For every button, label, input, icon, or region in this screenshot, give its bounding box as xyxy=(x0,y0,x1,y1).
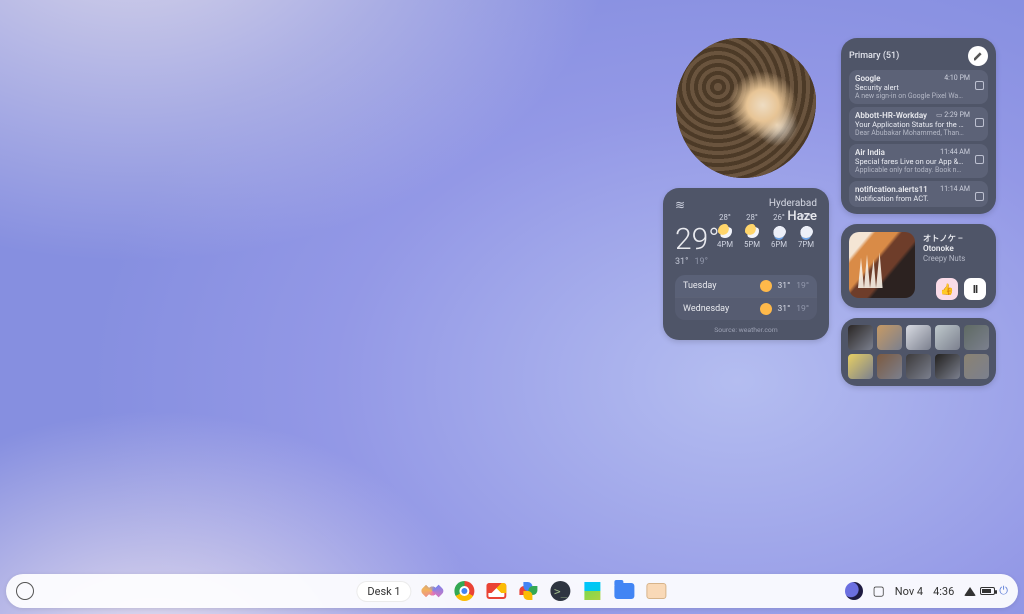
photos-grid-item[interactable] xyxy=(964,354,989,379)
music-widget[interactable]: オトノケ – Otonoke Creepy Nuts 👍 II xyxy=(841,224,996,308)
photos-grid-item[interactable] xyxy=(906,354,931,379)
wifi-icon xyxy=(964,587,976,596)
mail-subject: Special fares Live on our App & Websi... xyxy=(855,157,965,166)
music-artist: Creepy Nuts xyxy=(923,254,988,263)
weather-hilo: 31°19° xyxy=(675,257,817,267)
photos-grid-item[interactable] xyxy=(935,354,960,379)
mail-preview: Applicable only for today. Book now. 80.… xyxy=(855,166,965,174)
gmail-widget[interactable]: Primary (51) GoogleSecurity alertA new s… xyxy=(841,38,996,214)
desk-label[interactable]: Desk 1 xyxy=(356,581,411,602)
archive-icon[interactable] xyxy=(975,118,984,127)
ai-app-icon[interactable] xyxy=(422,580,444,602)
weather-widget[interactable]: ≋ Hyderabad Haze 29° 28°4PM28°5PM26°6PM2… xyxy=(663,188,829,340)
power-icon: ⏻ xyxy=(999,584,1008,598)
weather-hour-icon xyxy=(718,224,732,238)
taskbar: Desk 1 >_ ▢ Nov 4 4:36 ⏻ xyxy=(6,574,1018,608)
photos-grid-item[interactable] xyxy=(877,354,902,379)
taskbar-center: Desk 1 >_ xyxy=(356,580,667,602)
launcher-button[interactable] xyxy=(16,582,34,600)
mail-subject: Security alert xyxy=(855,83,965,92)
weather-source: Source: weather.com xyxy=(675,326,817,334)
weather-hour-icon xyxy=(745,224,759,238)
photos-grid-item[interactable] xyxy=(848,354,873,379)
archive-icon[interactable] xyxy=(975,192,984,201)
archive-icon[interactable] xyxy=(975,155,984,164)
misc-app-icon[interactable] xyxy=(646,580,668,602)
battery-icon xyxy=(980,587,995,595)
dnd-icon[interactable] xyxy=(845,582,863,600)
weather-day-icon xyxy=(760,303,772,315)
mail-subject: Your Application Status for the Position… xyxy=(855,120,965,129)
weather-day: Tuesday31°19° xyxy=(675,275,817,297)
weather-hour-icon xyxy=(799,224,813,238)
weather-hour: 28°5PM xyxy=(741,213,763,249)
taskbar-time: 4:36 xyxy=(933,585,954,598)
chrome-app-icon[interactable] xyxy=(454,580,476,602)
gmail-app-icon[interactable] xyxy=(486,580,508,602)
files-app-icon[interactable] xyxy=(614,580,636,602)
mail-subject: Notification from ACT. xyxy=(855,194,965,203)
mail-item[interactable]: Air IndiaSpecial fares Live on our App &… xyxy=(849,144,988,178)
mail-item[interactable]: GoogleSecurity alertA new sign-in on Goo… xyxy=(849,70,988,104)
weather-hour: 27°7PM xyxy=(795,213,817,249)
mail-item[interactable]: notification.alerts11Notification from A… xyxy=(849,181,988,207)
photos-grid-item[interactable] xyxy=(964,325,989,350)
taskbar-date: Nov 4 xyxy=(895,585,923,598)
haze-icon: ≋ xyxy=(675,198,685,212)
mail-time: 4:10 PM xyxy=(944,74,970,82)
archive-icon[interactable] xyxy=(975,81,984,90)
weather-day: Wednesday31°19° xyxy=(675,297,817,320)
photos-grid-item[interactable] xyxy=(877,325,902,350)
music-title: オトノケ – Otonoke xyxy=(923,232,988,254)
weather-city: Hyderabad xyxy=(769,198,817,209)
album-art xyxy=(849,232,915,298)
taskbar-status[interactable]: ▢ Nov 4 4:36 ⏻ xyxy=(845,582,1009,600)
weather-daily: Tuesday31°19°Wednesday31°19° xyxy=(675,275,817,320)
weather-hour: 26°6PM xyxy=(768,213,790,249)
terminal-app-icon[interactable]: >_ xyxy=(550,580,572,602)
mail-time: 11:44 AM xyxy=(940,148,970,156)
pencil-icon xyxy=(974,52,983,61)
photos-grid-item[interactable] xyxy=(935,325,960,350)
mail-time: 11:14 AM xyxy=(940,185,970,193)
photos-grid-item[interactable] xyxy=(848,325,873,350)
photo-widget[interactable] xyxy=(663,38,829,178)
photos-app-icon[interactable] xyxy=(518,580,540,602)
gmail-list: GoogleSecurity alertA new sign-in on Goo… xyxy=(849,70,988,207)
widgets-area: ≋ Hyderabad Haze 29° 28°4PM28°5PM26°6PM2… xyxy=(663,38,996,386)
gmail-header: Primary (51) xyxy=(849,51,899,61)
weather-day-icon xyxy=(760,280,772,292)
weather-hour: 28°4PM xyxy=(714,213,736,249)
playstore-app-icon[interactable] xyxy=(582,580,604,602)
photo-blob xyxy=(676,38,816,178)
mail-preview: A new sign-in on Google Pixel Watch 2 a.… xyxy=(855,92,965,100)
mail-item[interactable]: Abbott-HR-WorkdayYour Application Status… xyxy=(849,107,988,141)
weather-hour-icon xyxy=(772,224,786,238)
photos-grid-item[interactable] xyxy=(906,325,931,350)
compose-button[interactable] xyxy=(968,46,988,66)
pause-button[interactable]: II xyxy=(964,278,986,300)
mail-preview: Dear Abubakar Mohammed, Thank you f... xyxy=(855,129,965,137)
photos-grid-widget[interactable] xyxy=(841,318,996,386)
phone-hub-icon[interactable]: ▢ xyxy=(873,584,885,599)
like-button[interactable]: 👍 xyxy=(936,278,958,300)
mail-time: ▭2:29 PM xyxy=(936,111,970,119)
